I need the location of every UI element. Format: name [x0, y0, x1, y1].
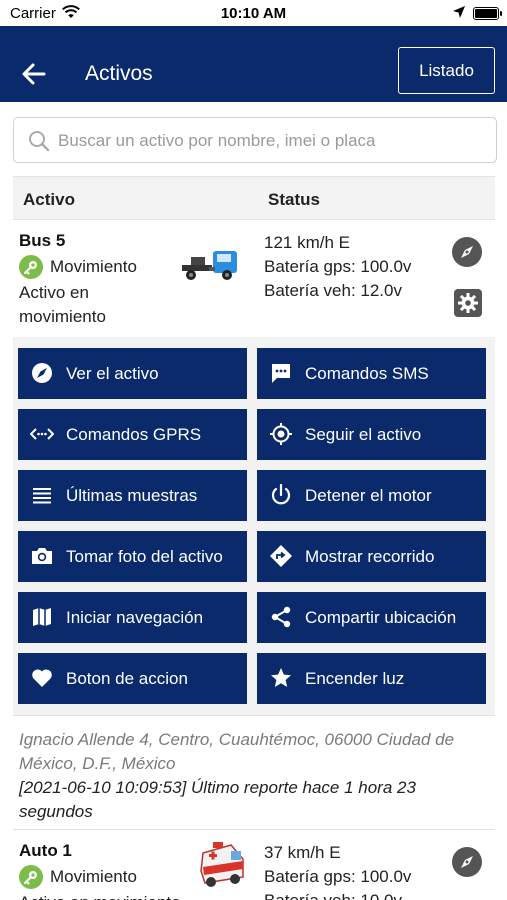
status-bar: Carrier 10:10 AM	[0, 0, 507, 26]
directions-icon	[269, 544, 293, 568]
star-icon	[269, 666, 293, 690]
settings-button[interactable]	[454, 289, 482, 317]
action-label: Tomar foto del activo	[66, 547, 223, 566]
action-label: Mostrar recorrido	[305, 547, 435, 566]
last-report-text: [2021-06-10 10:09:53] Último reporte hac…	[19, 778, 416, 821]
compartir-ubicacion-button[interactable]: Compartir ubicación	[257, 592, 486, 643]
compass-icon	[461, 246, 473, 258]
key-icon	[19, 255, 43, 279]
ver-activo-button[interactable]: Ver el activo	[18, 348, 247, 399]
mostrar-recorrido-button[interactable]: Mostrar recorrido	[257, 531, 486, 582]
list-icon	[30, 483, 54, 507]
battery-gps-value: Batería gps: 100.0v	[264, 867, 412, 886]
asset-status: 121 km/h E Batería gps: 100.0v Batería v…	[264, 231, 411, 303]
asset-actions: Ver el activo Comandos SMS Comandos GPRS…	[13, 337, 495, 715]
clock-time: 10:10 AM	[220, 5, 287, 22]
search-box[interactable]	[13, 117, 497, 163]
action-label: Ver el activo	[66, 364, 159, 383]
location-arrow-icon	[452, 5, 466, 23]
compass-button[interactable]	[452, 847, 482, 877]
battery-icon	[473, 7, 502, 20]
movement-label: Movimiento	[50, 867, 137, 886]
comandos-gprs-button[interactable]: Comandos GPRS	[18, 409, 247, 460]
listado-button[interactable]: Listado	[398, 47, 495, 94]
asset-status: 37 km/h E Batería gps: 100.0v Batería ve…	[264, 841, 411, 900]
comandos-sms-button[interactable]: Comandos SMS	[257, 348, 486, 399]
compass-icon	[461, 856, 473, 868]
action-label: Compartir ubicación	[305, 608, 457, 627]
speed-value: 121 km/h E	[264, 233, 350, 252]
asset-row[interactable]: Auto 1 Movimiento Activo en movimiento	[13, 831, 495, 900]
table-header: Activo Status	[13, 176, 495, 220]
key-icon	[19, 865, 43, 889]
ultimas-muestras-button[interactable]: Últimas muestras	[18, 470, 247, 521]
target-icon	[269, 422, 293, 446]
action-label: Detener el motor	[305, 486, 432, 505]
action-label: Encender luz	[305, 669, 405, 688]
movement-label: Movimiento	[50, 257, 137, 276]
power-icon	[269, 483, 293, 507]
action-label: Comandos GPRS	[66, 425, 202, 444]
asset-row[interactable]: Bus 5 Movimiento Activo en movimiento 12…	[13, 221, 495, 337]
asset-location-info: Ignacio Allende 4, Centro, Cuauhtémoc, 0…	[13, 715, 495, 830]
column-header-status: Status	[268, 190, 320, 209]
action-label: Iniciar navegación	[66, 608, 204, 627]
address-text: Ignacio Allende 4, Centro, Cuauhtémoc, 0…	[19, 730, 455, 773]
action-label: Últimas muestras	[66, 486, 198, 505]
seguir-activo-button[interactable]: Seguir el activo	[257, 409, 486, 460]
boton-accion-button[interactable]: Boton de accion	[18, 653, 247, 704]
column-header-activo: Activo	[23, 190, 75, 209]
compass-button[interactable]	[452, 237, 482, 267]
map-icon	[30, 605, 54, 629]
share-icon	[269, 605, 293, 629]
battery-gps-value: Batería gps: 100.0v	[264, 257, 412, 276]
tow-truck-icon	[179, 247, 241, 290]
compass-icon	[30, 361, 54, 385]
app-screen: Carrier 10:10 AM Activos Listado Buscar …	[0, 0, 507, 900]
nav-bar: Activos Listado	[0, 26, 507, 102]
search-input[interactable]	[58, 127, 488, 155]
action-label: Boton de accion	[66, 669, 188, 688]
arrow-left-icon	[22, 63, 46, 85]
page-title: Activos	[85, 62, 153, 85]
detener-motor-button[interactable]: Detener el motor	[257, 470, 486, 521]
battery-veh-value: Batería veh: 12.0v	[264, 281, 402, 300]
movement-description: Activo en movimiento	[19, 891, 219, 900]
search-icon	[28, 130, 50, 152]
asset-name: Bus 5	[19, 231, 66, 250]
sms-icon	[269, 361, 293, 385]
asset-name: Auto 1	[19, 841, 72, 860]
back-button[interactable]	[20, 60, 48, 88]
battery-veh-value: Batería veh: 10.0v	[264, 889, 411, 900]
tomar-foto-button[interactable]: Tomar foto del activo	[18, 531, 247, 582]
action-label: Seguir el activo	[305, 425, 422, 444]
ambulance-icon	[195, 839, 249, 894]
movement-description: Activo en movimiento	[19, 283, 106, 326]
gear-icon	[458, 293, 478, 313]
speed-value: 37 km/h E	[264, 843, 341, 862]
heart-icon	[30, 666, 54, 690]
encender-luz-button[interactable]: Encender luz	[257, 653, 486, 704]
action-label: Comandos SMS	[305, 364, 429, 383]
code-arrows-icon	[29, 422, 55, 446]
camera-icon	[30, 544, 54, 568]
iniciar-navegacion-button[interactable]: Iniciar navegación	[18, 592, 247, 643]
